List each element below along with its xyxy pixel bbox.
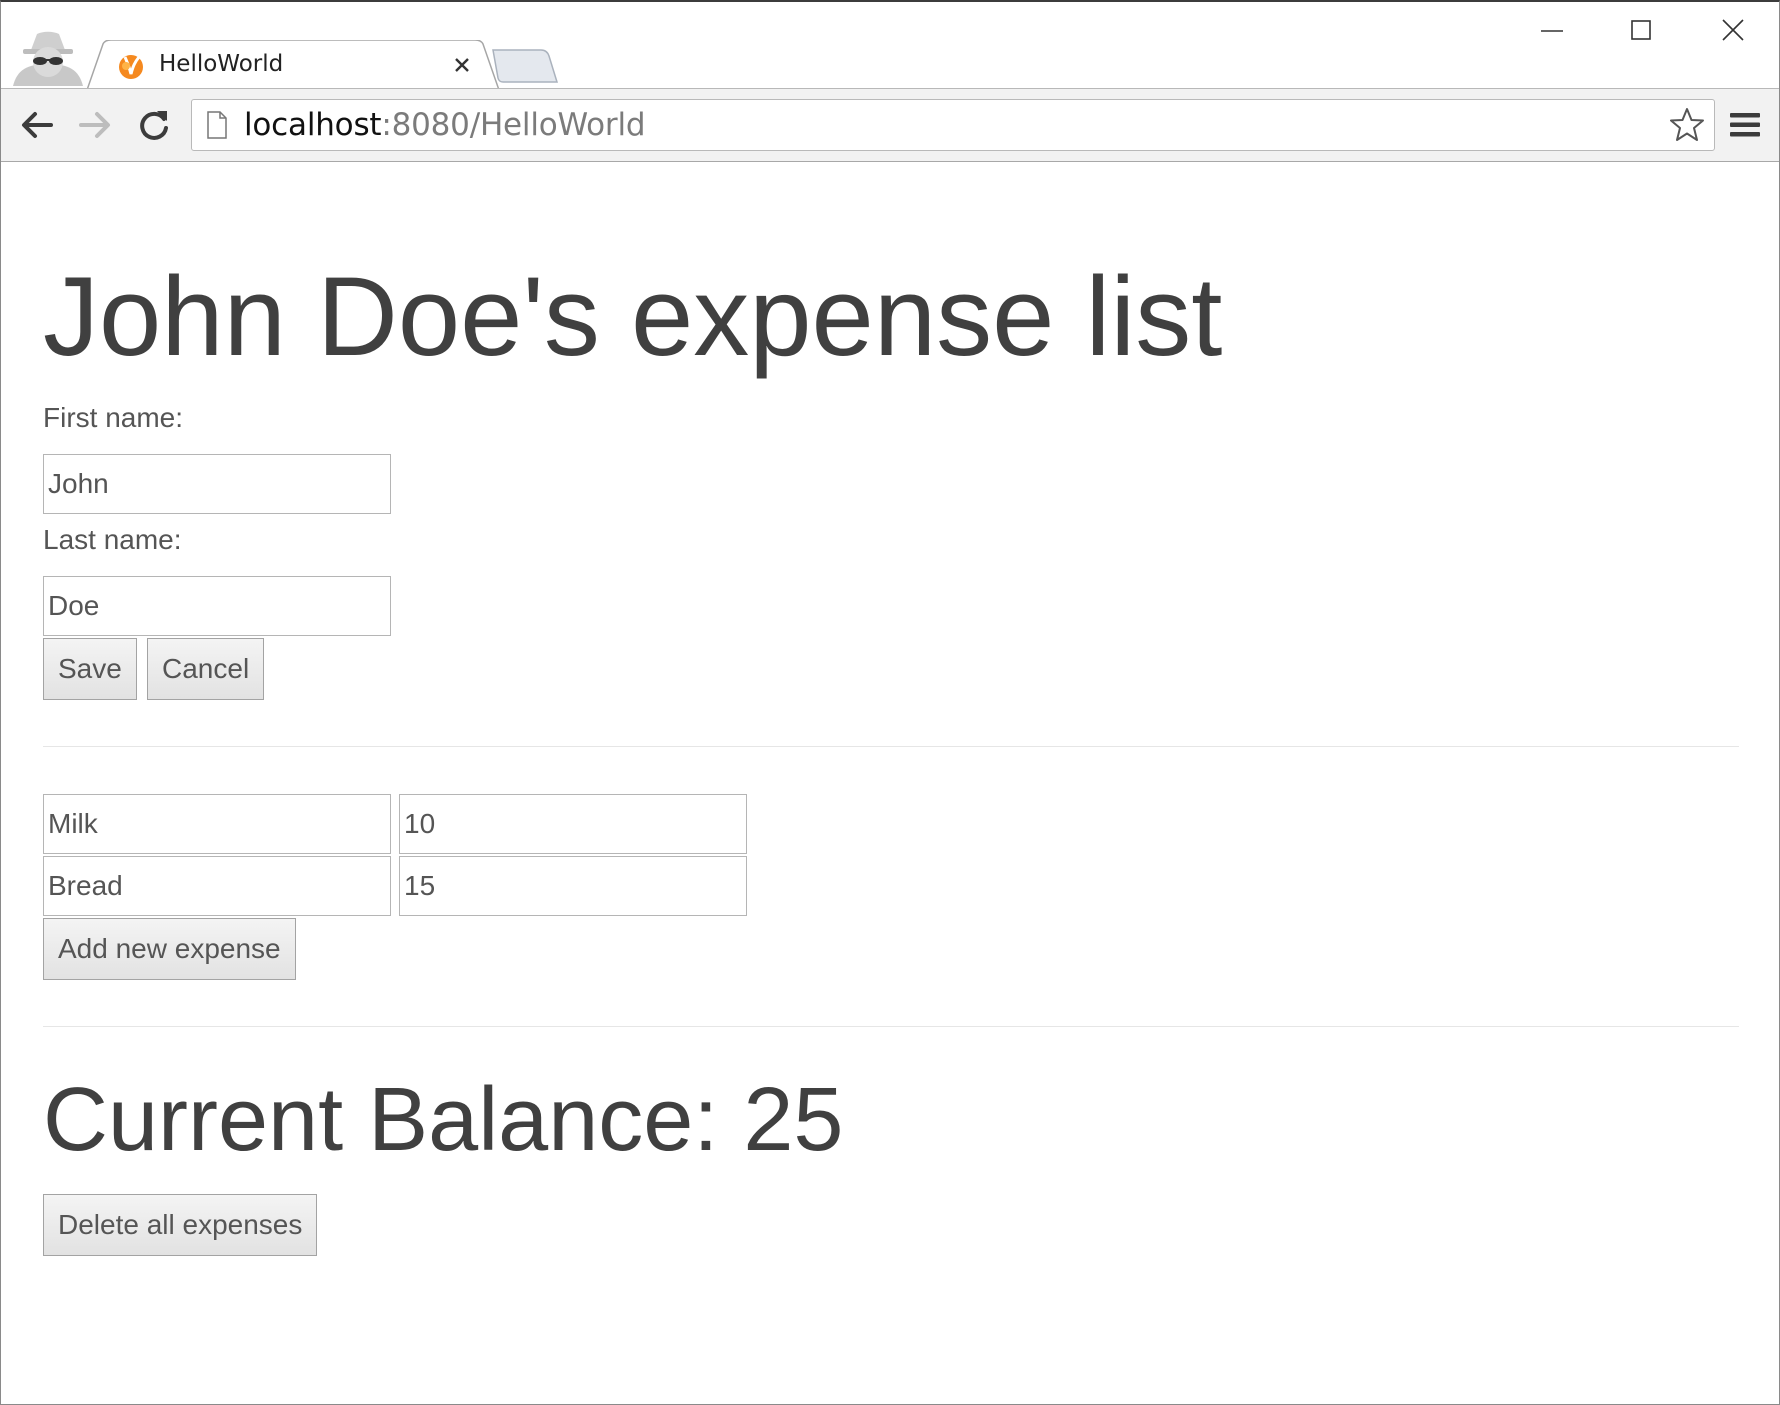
url-text[interactable]: localhost:8080/HelloWorld (244, 107, 646, 143)
new-tab-icon[interactable] (491, 48, 559, 84)
cancel-button[interactable]: Cancel (147, 638, 265, 700)
tab-strip: HelloWorld (1, 2, 1779, 90)
back-arrow-icon[interactable] (17, 105, 59, 145)
delete-all-expenses-button[interactable]: Delete all expenses (43, 1194, 318, 1256)
page-title: John Doe's expense list (43, 254, 1223, 379)
address-bar[interactable]: localhost:8080/HelloWorld (191, 99, 1715, 151)
current-balance: Current Balance: 25 (43, 1070, 844, 1170)
page-icon (206, 111, 228, 139)
bookmark-star-icon[interactable] (1668, 106, 1706, 144)
expense-amount-input[interactable] (399, 856, 747, 916)
forward-arrow-icon[interactable] (73, 105, 115, 145)
tab-title: HelloWorld (159, 51, 284, 77)
last-name-input[interactable] (43, 576, 391, 636)
url-path: :8080/HelloWorld (381, 107, 646, 143)
vaadin-favicon-icon (117, 52, 145, 80)
last-name-label: Last name: (43, 524, 182, 555)
tab-close-icon[interactable] (451, 54, 473, 76)
divider (43, 1026, 1739, 1027)
browser-window: HelloWorld localhost:8080/HelloWorld Joh… (0, 0, 1780, 1405)
first-name-label: First name: (43, 402, 184, 433)
add-new-expense-button[interactable]: Add new expense (43, 918, 296, 980)
first-name-input[interactable] (43, 454, 391, 514)
url-host: localhost (244, 107, 382, 143)
save-button[interactable]: Save (43, 638, 137, 700)
expense-amount-input[interactable] (399, 794, 747, 854)
maximize-icon[interactable] (1611, 10, 1671, 52)
expense-name-input[interactable] (43, 794, 391, 854)
expense-name-input[interactable] (43, 856, 391, 916)
browser-tab[interactable]: HelloWorld (87, 40, 499, 90)
page-content: John Doe's expense list First name: Last… (1, 162, 1779, 1404)
incognito-icon (11, 30, 85, 88)
divider (43, 746, 1739, 747)
close-window-icon[interactable] (1703, 10, 1763, 52)
hamburger-menu-icon[interactable] (1727, 107, 1763, 143)
minimize-icon[interactable] (1521, 10, 1581, 52)
reload-icon[interactable] (133, 105, 175, 145)
browser-toolbar: localhost:8080/HelloWorld (1, 88, 1779, 162)
